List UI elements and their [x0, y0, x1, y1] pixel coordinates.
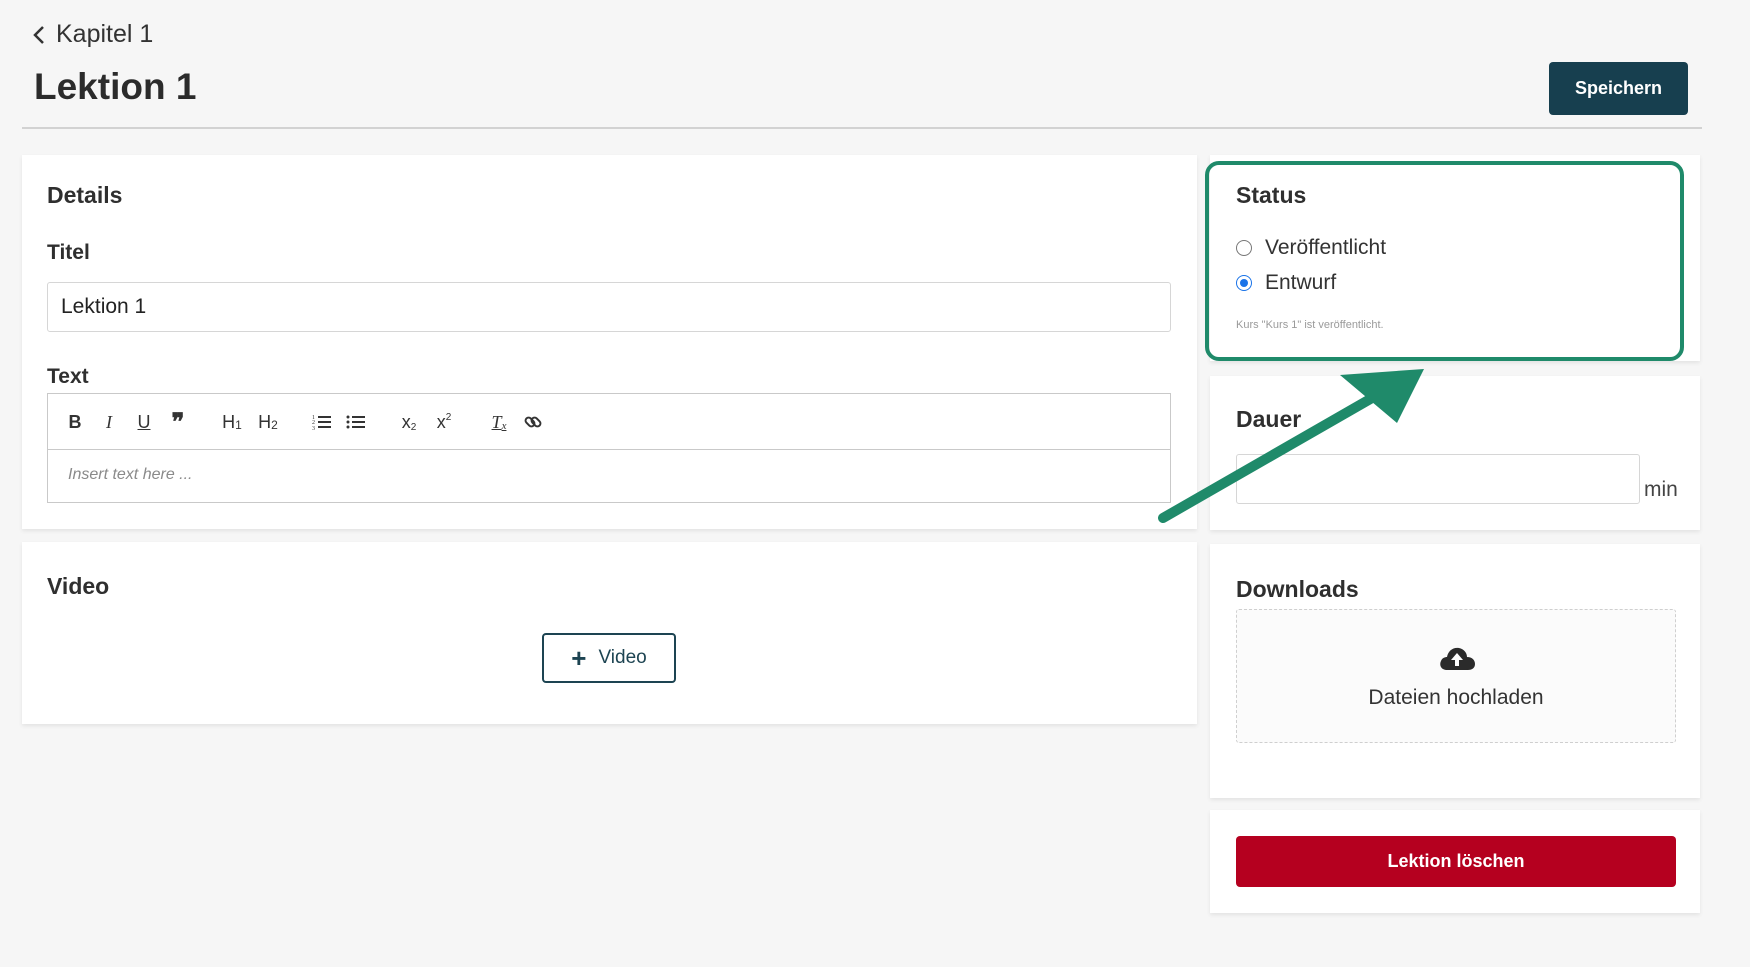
video-card: Video + Video: [22, 542, 1197, 724]
editor-placeholder: Insert text here ...: [68, 466, 193, 483]
details-heading: Details: [47, 182, 123, 208]
radio-published[interactable]: [1236, 240, 1252, 256]
editor-toolbar: B I U ❞ H1 H2 123 x2 x2 Tx: [48, 394, 1170, 450]
text-label: Text: [47, 365, 89, 388]
duration-card: Dauer min: [1210, 376, 1700, 530]
back-link[interactable]: Kapitel 1: [32, 20, 153, 49]
superscript-icon[interactable]: x2: [433, 408, 455, 436]
duration-unit: min: [1644, 478, 1678, 501]
status-option-label: Veröffentlicht: [1265, 236, 1387, 259]
status-note: Kurs "Kurs 1" ist veröffentlicht.: [1236, 319, 1384, 331]
heading-2-icon[interactable]: H2: [257, 408, 279, 436]
save-button[interactable]: Speichern: [1549, 62, 1688, 115]
upload-dropzone[interactable]: Dateien hochladen: [1236, 609, 1676, 743]
plus-icon: +: [571, 643, 587, 673]
video-heading: Video: [47, 573, 110, 599]
duration-heading: Dauer: [1236, 406, 1302, 432]
title-input[interactable]: [47, 282, 1171, 332]
rich-text-editor[interactable]: B I U ❞ H1 H2 123 x2 x2 Tx Insert text h…: [47, 393, 1171, 503]
bullet-list-icon[interactable]: [345, 408, 367, 436]
upload-label: Dateien hochladen: [1368, 686, 1544, 709]
status-heading: Status: [1236, 182, 1307, 208]
add-video-label: Video: [598, 647, 647, 668]
add-video-button[interactable]: + Video: [542, 633, 676, 683]
link-icon[interactable]: [522, 408, 544, 436]
title-label: Titel: [47, 241, 90, 264]
chevron-left-icon: [33, 25, 44, 44]
heading-1-icon[interactable]: H1: [221, 408, 243, 436]
downloads-card: Downloads Dateien hochladen: [1210, 544, 1700, 798]
status-option-label: Entwurf: [1265, 271, 1337, 294]
status-card: Status Veröffentlicht Entwurf Kurs "Kurs…: [1210, 155, 1700, 361]
delete-lesson-button[interactable]: Lektion löschen: [1236, 836, 1676, 887]
header-divider: [22, 127, 1702, 129]
cloud-upload-icon: [1440, 647, 1475, 670]
clear-format-icon[interactable]: Tx: [488, 408, 510, 436]
radio-draft[interactable]: [1236, 275, 1252, 291]
bold-icon[interactable]: B: [64, 408, 86, 436]
status-option-published[interactable]: Veröffentlicht: [1236, 236, 1386, 260]
subscript-icon[interactable]: x2: [398, 408, 420, 436]
downloads-heading: Downloads: [1236, 576, 1359, 602]
svg-text:3: 3: [312, 426, 315, 431]
ordered-list-icon[interactable]: 123: [311, 408, 333, 436]
duration-input[interactable]: [1236, 454, 1640, 504]
back-link-label: Kapitel 1: [56, 20, 154, 48]
blockquote-icon[interactable]: ❞: [167, 408, 189, 436]
underline-icon[interactable]: U: [133, 408, 155, 436]
status-option-draft[interactable]: Entwurf: [1236, 271, 1336, 295]
italic-icon[interactable]: I: [98, 408, 120, 436]
delete-card: Lektion löschen: [1210, 810, 1700, 913]
details-card: Details Titel Text B I U ❞ H1 H2 123 x2 …: [22, 155, 1197, 529]
lesson-editor-page: Kapitel 1 Lektion 1 Speichern Details Ti…: [0, 0, 1750, 967]
page-title: Lektion 1: [34, 66, 197, 107]
